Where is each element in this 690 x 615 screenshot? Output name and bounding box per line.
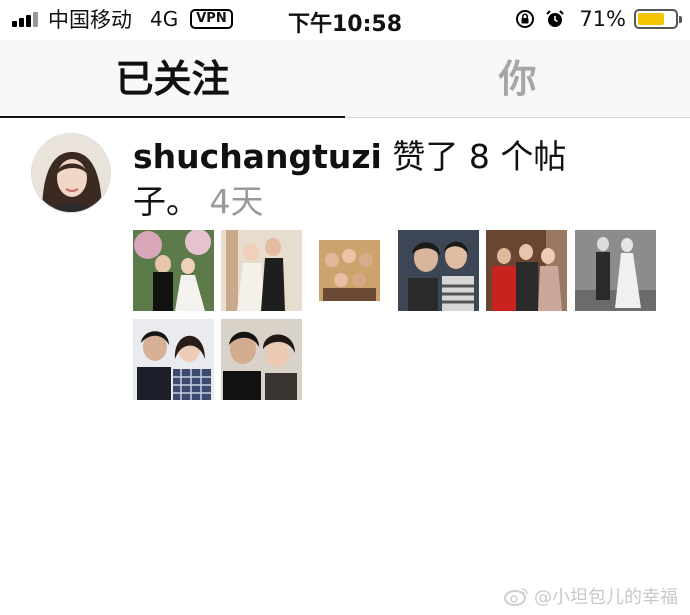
liked-post-thumbnail[interactable] [398,230,479,311]
status-bar: 中国移动 4G VPN 下午10:58 71% [0,0,690,40]
activity-tabs: 已关注 你 [0,40,690,118]
liked-post-thumbnail[interactable] [221,230,302,311]
activity-text: shuchangtuzi 赞了 8 个帖子。 4天 [133,134,573,224]
rotation-lock-icon [516,10,535,28]
battery-icon [634,9,682,29]
battery-percent: 71% [579,7,626,31]
activity-username[interactable]: shuchangtuzi [133,137,382,176]
activity-time: 4天 [209,182,264,221]
tab-you[interactable]: 你 [345,40,690,118]
tab-following[interactable]: 已关注 [0,40,345,118]
liked-post-thumbnail[interactable] [575,230,656,311]
liked-post-thumbnail[interactable] [221,319,302,400]
watermark-text: @小坦包儿的幸福 [534,587,678,608]
status-right: 71% [515,7,682,31]
avatar[interactable] [31,133,111,213]
alarm-icon [546,10,565,27]
liked-post-thumbnail[interactable] [133,319,214,400]
battery-fill [638,13,664,25]
liked-post-thumbnail[interactable] [309,230,390,311]
liked-post-thumbnail[interactable] [133,230,214,311]
watermark: @小坦包儿的幸福 [504,583,678,609]
active-tab-indicator [0,116,345,118]
weibo-icon [504,588,528,606]
liked-post-thumbnail[interactable] [486,230,567,311]
